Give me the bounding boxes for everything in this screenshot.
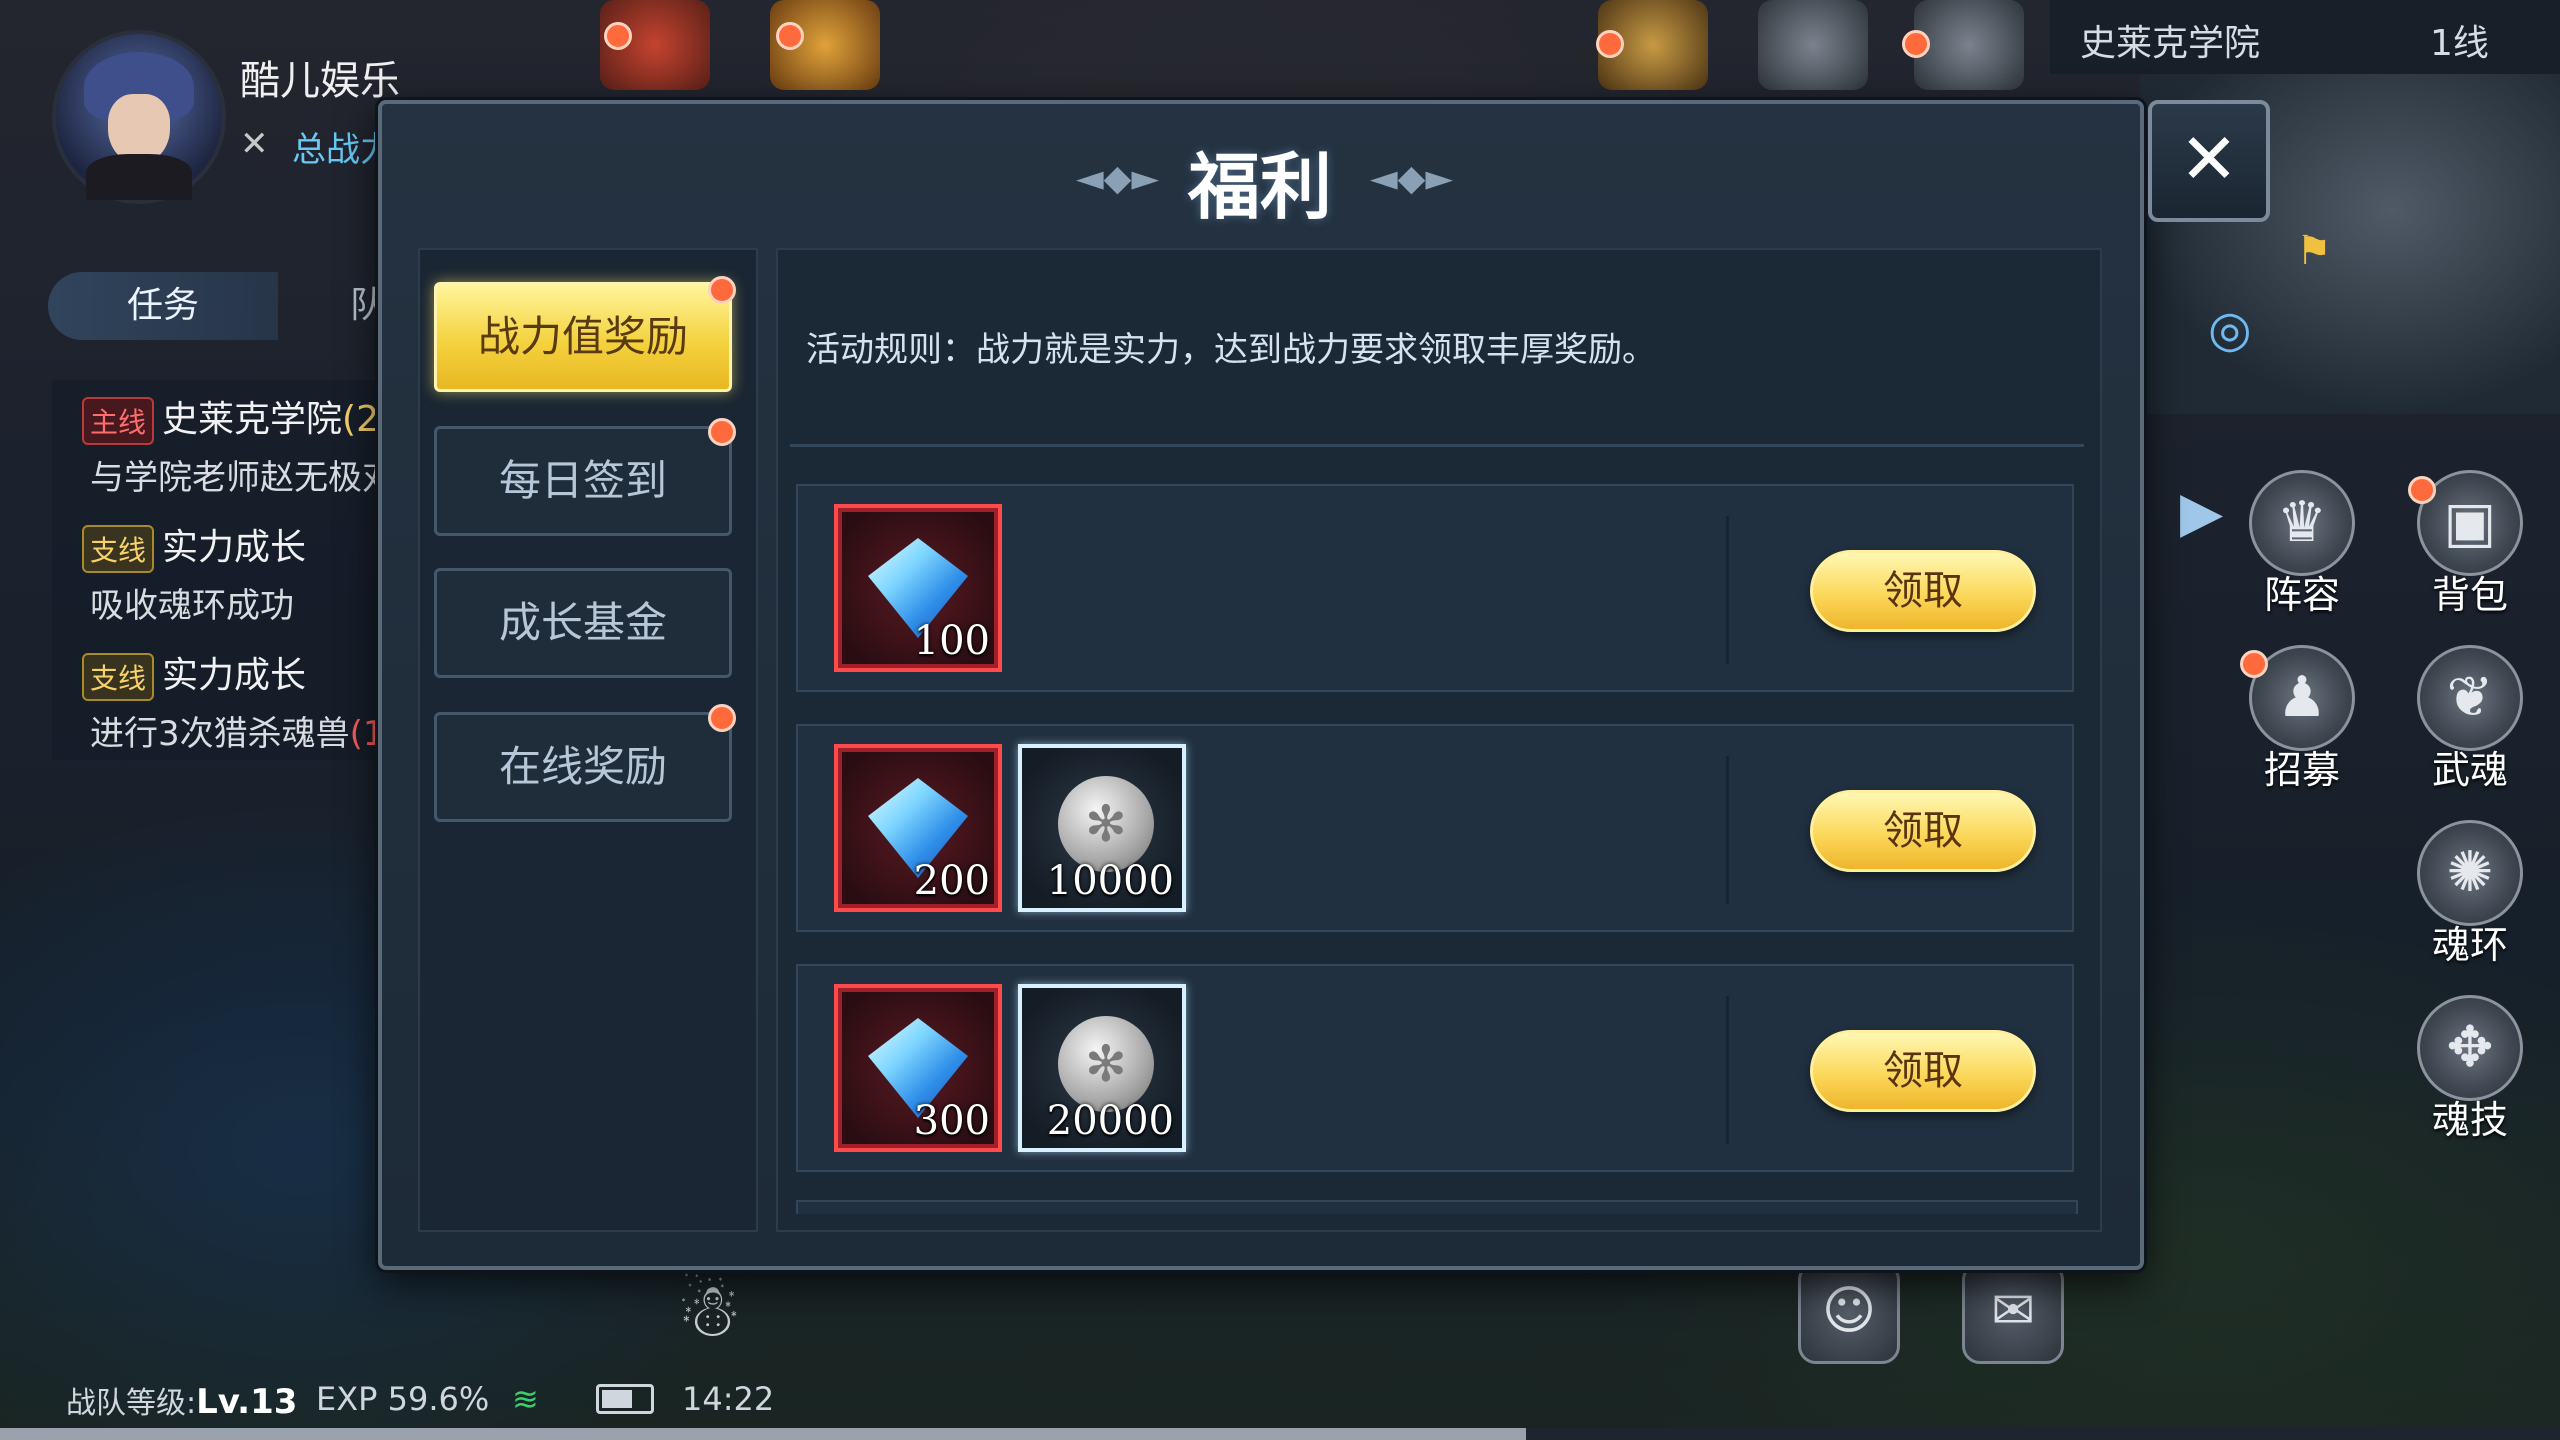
- notification-dot: [2240, 650, 2268, 678]
- soul-skill-icon: ✥: [2417, 995, 2523, 1101]
- quest-title: 实力成长: [162, 655, 307, 696]
- title-ornament-left: ◄◆►: [1076, 158, 1160, 199]
- martial-soul-icon: ❦: [2417, 645, 2523, 751]
- notification-dot: [776, 22, 804, 50]
- coin-reward[interactable]: ✻ 10000: [1018, 744, 1186, 912]
- power-icon: ✕: [240, 124, 269, 164]
- activity-rules: 活动规则：战力就是实力，达到战力要求领取丰厚奖励。: [806, 330, 1656, 370]
- trophy-icon[interactable]: [1758, 0, 1868, 90]
- side-menu-lineup[interactable]: ♛ 阵容: [2242, 470, 2362, 617]
- location-name: 史莱克学院: [2080, 23, 2261, 64]
- player-avatar[interactable]: [52, 30, 226, 204]
- quest-item[interactable]: 支线 实力成长: [82, 518, 306, 573]
- quest-title: 实力成长: [162, 527, 307, 568]
- notification-dot: [604, 22, 632, 50]
- tab-daily-signin[interactable]: 每日签到: [434, 426, 732, 536]
- server-line[interactable]: 1线: [2430, 14, 2489, 66]
- quest-title: 史莱克学院: [162, 399, 343, 440]
- reward-row: 300 ✻ 20000 领取: [796, 964, 2074, 1172]
- character-icon[interactable]: ☺: [1798, 1262, 1900, 1364]
- quest-item[interactable]: 支线 实力成长: [82, 646, 306, 701]
- diamond-reward[interactable]: 300: [834, 984, 1002, 1152]
- coin-reward[interactable]: ✻ 20000: [1018, 984, 1186, 1152]
- tab-growth-fund[interactable]: 成长基金: [434, 568, 732, 678]
- quest-item[interactable]: 主线 史莱克学院(2: [82, 390, 379, 445]
- reward-row: 100 领取: [796, 484, 2074, 692]
- search-event-icon[interactable]: [1914, 0, 2024, 90]
- notification-dot: [708, 276, 736, 304]
- notification-dot: [708, 704, 736, 732]
- quest-tag-side: 支线: [82, 525, 155, 573]
- notification-dot: [708, 418, 736, 446]
- player-name: 酷儿娱乐: [240, 58, 400, 104]
- notification-dot: [1902, 30, 1930, 58]
- next-reward-row-peek: [796, 1200, 2078, 1214]
- quest-list: 主线 史莱克学院(2 与学院老师赵无极对 支线 实力成长 吸收魂环成功 支线 实力成长…: [52, 380, 396, 760]
- quest-progress: (2: [342, 399, 379, 440]
- claim-button[interactable]: 领取: [1810, 550, 2036, 632]
- side-menu-soul-skill[interactable]: ✥ 魂技: [2410, 995, 2530, 1142]
- claim-button[interactable]: 领取: [1810, 1030, 2036, 1112]
- side-menu-soul-ring[interactable]: ✺ 魂环: [2410, 820, 2530, 967]
- tab-power-reward[interactable]: 战力值奖励: [434, 282, 732, 392]
- clock: 14:22: [682, 1380, 775, 1418]
- character-figure-icon[interactable]: ☃: [676, 1268, 742, 1354]
- quest-desc: 与学院老师赵无极对: [90, 458, 396, 498]
- lineup-icon: ♛: [2249, 470, 2355, 576]
- collapse-arrow-icon[interactable]: ▶: [2180, 480, 2223, 545]
- close-icon: ✕: [2179, 118, 2239, 200]
- wifi-icon: ≋: [512, 1380, 539, 1418]
- reward-row: 200 ✻ 10000 领取: [796, 724, 2074, 932]
- quest-tag-main: 主线: [82, 397, 155, 445]
- title-ornament-right: ◄◆►: [1370, 158, 1454, 199]
- battery-icon: [596, 1384, 654, 1414]
- flag-marker-icon: ⚑: [2296, 228, 2332, 274]
- chat-icon[interactable]: ✉: [1962, 1262, 2064, 1364]
- soul-ring-icon: ✺: [2417, 820, 2523, 926]
- notification-dot: [2408, 476, 2436, 504]
- dialog-title: 福利: [1187, 144, 1332, 229]
- claim-button[interactable]: 领取: [1810, 790, 2036, 872]
- tab-online-reward[interactable]: 在线奖励: [434, 712, 732, 822]
- tab-quest[interactable]: 任务: [48, 272, 278, 340]
- notification-dot: [1596, 30, 1624, 58]
- side-menu-martial-soul[interactable]: ❦ 武魂: [2410, 645, 2530, 792]
- quest-desc: 吸收魂环成功: [90, 586, 294, 626]
- exp-percent: EXP 59.6%: [316, 1380, 490, 1418]
- team-level: 战队等级:Lv.13: [66, 1382, 298, 1422]
- exp-bar: [0, 1428, 2560, 1440]
- divider: [790, 444, 2084, 447]
- diamond-reward[interactable]: 200: [834, 744, 1002, 912]
- close-button[interactable]: ✕: [2148, 100, 2270, 222]
- quest-desc: 进行3次猎杀魂兽(1: [90, 714, 385, 754]
- diamond-reward[interactable]: 100: [834, 504, 1002, 672]
- portal-icon: ◎: [2208, 300, 2252, 358]
- quest-tag-side: 支线: [82, 653, 155, 701]
